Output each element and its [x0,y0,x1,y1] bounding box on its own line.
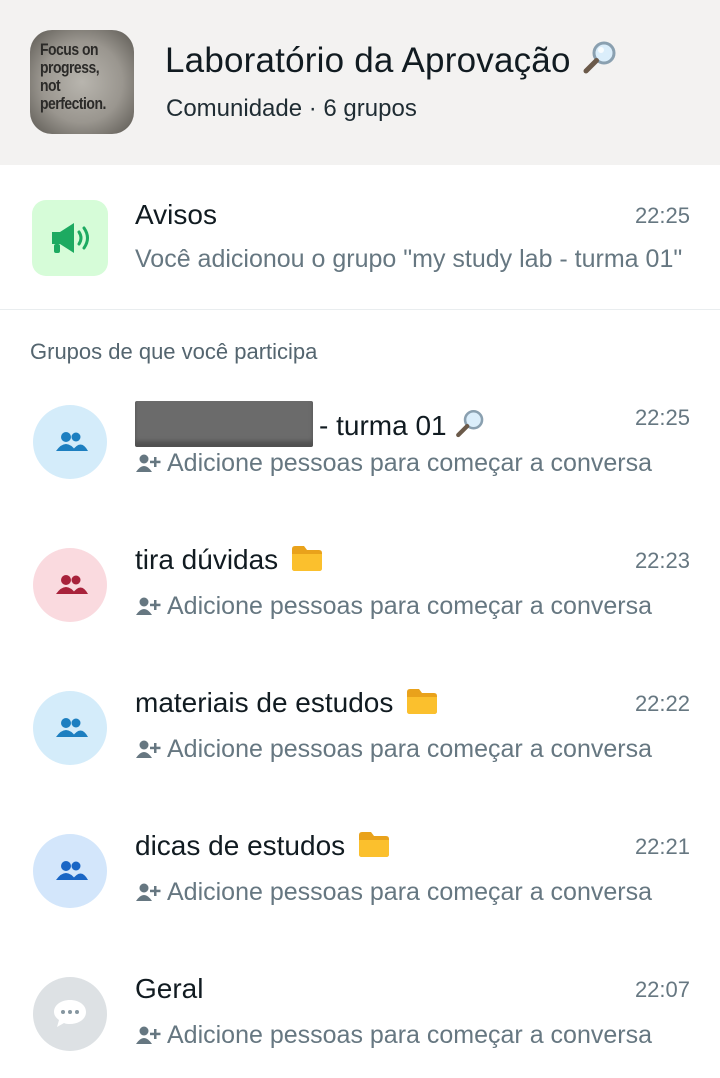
magnifier-icon [454,407,488,448]
add-person-icon [135,1024,161,1053]
group-time: 22:23 [634,548,690,573]
group-avatar [33,977,107,1051]
group-time: 22:07 [634,977,690,1002]
group-title: materiais de estudos [135,687,439,722]
avatar-quote: Focus on progress, not perfection. [40,41,114,113]
add-person-icon [135,881,161,910]
group-avatar [33,691,107,765]
community-header[interactable]: Focus on progress, not perfection. Labor… [0,0,720,165]
group-title-text: materiais de estudos [135,687,394,718]
group-title: dicas de estudos [135,830,391,865]
group-preview: Adicione pessoas para começar a conversa [135,735,687,767]
folder-icon [357,830,391,865]
group-row-turma-01[interactable]: - turma 01 22:25 Adicione pessoas para c… [0,383,720,526]
group-preview-text: Adicione pessoas para começar a conversa [167,735,652,763]
group-title-text: - turma 01 [319,410,447,441]
group-preview: Adicione pessoas para começar a conversa [135,592,687,624]
group-row-tira-duvidas[interactable]: tira dúvidas 22:23 Adicione pessoas para… [0,526,720,669]
add-person-icon [135,738,161,767]
groups-section-label: Grupos de que você participa [30,339,318,364]
redacted-name [135,401,313,447]
folder-icon [405,687,439,722]
group-avatar [33,405,107,479]
group-time: 22:22 [634,691,690,716]
group-title-text: dicas de estudos [135,830,346,861]
group-row-dicas-de-estudos[interactable]: dicas de estudos 22:21 Adicione pessoas … [0,812,720,955]
community-title: Laboratório da Aprovação [165,38,621,87]
add-person-icon [135,452,161,481]
group-preview: Adicione pessoas para começar a conversa [135,1021,687,1053]
folder-icon [290,544,324,579]
community-title-text: Laboratório da Aprovação [165,40,571,80]
group-time: 22:21 [634,834,690,859]
group-preview-text: Adicione pessoas para começar a conversa [167,449,652,477]
group-title: Geral [135,973,203,1005]
group-time: 22:25 [634,405,690,430]
community-avatar[interactable]: Focus on progress, not perfection. [30,30,134,134]
group-preview: Adicione pessoas para começar a conversa [135,449,687,481]
megaphone-icon [32,200,108,276]
magnifier-icon [581,38,621,87]
group-title: - turma 01 [135,401,488,448]
avatar-quote-line: progress, [40,58,100,77]
group-preview-text: Adicione pessoas para começar a conversa [167,592,652,620]
group-title-text: Geral [135,973,204,1004]
announcements-time: 22:25 [634,203,690,228]
group-avatar [33,834,107,908]
announcements-row[interactable]: Avisos 22:25 Você adicionou o grupo "my … [0,165,720,310]
group-title-text: tira dúvidas [135,544,279,575]
group-preview-text: Adicione pessoas para começar a conversa [167,878,652,906]
speech-bubble-icon [54,1000,86,1027]
group-icon [56,575,88,594]
group-row-geral[interactable]: Geral 22:07 Adicione pessoas para começa… [0,955,720,1078]
add-person-icon [135,595,161,624]
group-icon [56,432,88,451]
avatar-quote-line: not [40,76,61,95]
group-row-materiais-de-estudos[interactable]: materiais de estudos 22:22 Adicione pess… [0,669,720,812]
group-icon [56,718,88,737]
avatar-quote-line: perfection. [40,94,106,113]
avatar-quote-line: Focus on [40,40,99,59]
group-title: tira dúvidas [135,544,324,579]
group-avatar [33,548,107,622]
community-subtitle: Comunidade · 6 grupos [166,95,417,122]
group-preview-text: Adicione pessoas para começar a conversa [167,1021,652,1049]
group-preview: Adicione pessoas para começar a conversa [135,878,687,910]
announcements-preview: Você adicionou o grupo "my study lab - t… [135,245,683,273]
announcements-title: Avisos [135,199,217,230]
group-icon [56,861,88,880]
